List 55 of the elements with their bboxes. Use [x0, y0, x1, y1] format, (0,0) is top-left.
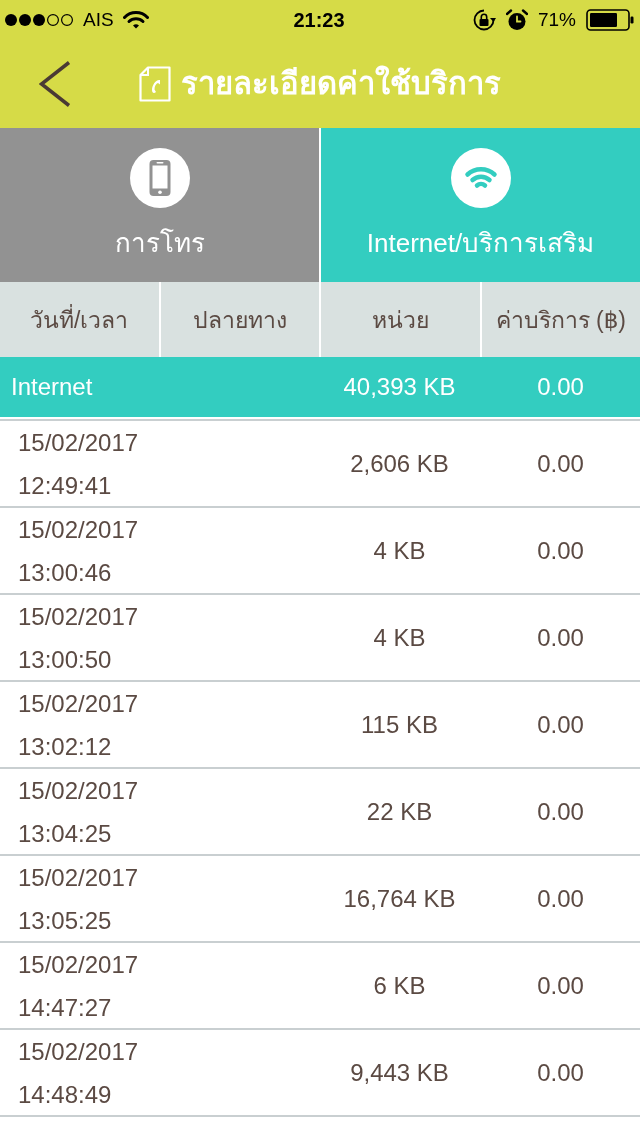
rotation-lock-icon: [471, 8, 496, 32]
wifi-icon: [122, 11, 149, 29]
tab[interactable]: Internet/บริการเสริม: [321, 128, 640, 282]
page-title: รายละเอียดค่าใช้บริการ: [181, 64, 501, 103]
charge-amount: 0.00: [537, 624, 584, 652]
usage-date: 15/02/2017: [18, 950, 139, 980]
charge-amount: 0.00: [537, 537, 584, 565]
column-header: หน่วย: [321, 282, 480, 357]
alarm-clock-icon: [505, 9, 528, 31]
usage-time: 14:48:49: [18, 1080, 112, 1110]
back-button[interactable]: [39, 61, 71, 107]
usage-amount: 4 KB: [373, 624, 426, 652]
usage-time: 14:47:27: [18, 993, 112, 1023]
usage-amount: 16,764 KB: [343, 885, 456, 913]
total-usage: 40,393 KB: [343, 373, 456, 401]
usage-amount: 22 KB: [366, 798, 433, 826]
usage-amount: 4 KB: [373, 537, 426, 565]
carrier-name: AIS: [83, 9, 114, 31]
charge-amount: 0.00: [537, 1059, 584, 1087]
usage-time: 13:02:12: [18, 732, 112, 762]
usage-amount: 9,443 KB: [350, 1059, 449, 1087]
charge-amount: 0.00: [537, 450, 584, 478]
usage-amount: 2,606 KB: [350, 450, 449, 478]
usage-date: 15/02/2017: [18, 515, 139, 545]
usage-time: 13:04:25: [18, 819, 112, 849]
column-header: วันที่/เวลา: [0, 282, 159, 357]
charge-amount: 0.00: [537, 972, 584, 1000]
usage-date: 15/02/2017: [18, 1037, 139, 1067]
usage-date: 15/02/2017: [18, 863, 139, 893]
chevron-left-icon: [39, 61, 71, 107]
charge-amount: 0.00: [537, 711, 584, 739]
usage-time: 12:49:41: [18, 471, 112, 501]
wifi-icon: [450, 148, 511, 208]
usage-time: 13:00:46: [18, 558, 112, 588]
smartphone-icon: [129, 148, 190, 208]
usage-amount: 115 KB: [361, 711, 438, 739]
battery-percent: 71%: [537, 9, 576, 31]
status-time: 21:23: [293, 8, 345, 32]
charge-amount: 0.00: [537, 798, 584, 826]
signal-strength-icon: [4, 13, 74, 27]
column-header: ค่าบริการ (฿): [481, 282, 640, 357]
total-charge: 0.00: [537, 373, 584, 401]
tab[interactable]: การโทร: [0, 128, 319, 282]
usage-date: 15/02/2017: [18, 602, 139, 632]
charge-amount: 0.00: [537, 885, 584, 913]
battery-icon: [586, 9, 634, 31]
usage-date: 15/02/2017: [18, 428, 139, 458]
usage-date: 15/02/2017: [18, 776, 139, 806]
service-name: Internet: [11, 373, 93, 401]
column-header: ปลายทาง: [160, 282, 319, 357]
phone-document-icon: [139, 66, 171, 102]
usage-amount: 6 KB: [373, 972, 426, 1000]
usage-time: 13:05:25: [18, 906, 112, 936]
usage-date: 15/02/2017: [18, 689, 139, 719]
usage-time: 13:00:50: [18, 645, 112, 675]
